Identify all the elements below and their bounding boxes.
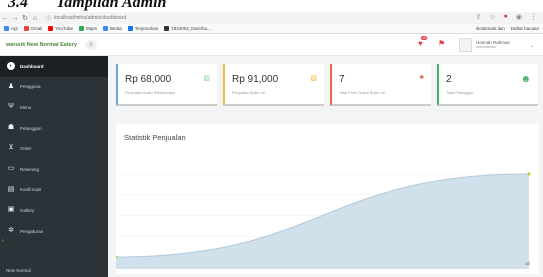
news-icon: [102, 26, 108, 31]
gmail-icon: [23, 26, 29, 31]
sidebar-item-pengaturan[interactable]: ✲ Pengaturan: [0, 221, 108, 242]
star-icon[interactable]: ☆: [489, 13, 495, 21]
bookmark-maps[interactable]: Maps: [78, 26, 97, 31]
share-icon[interactable]: ⇪: [476, 13, 482, 21]
main-content: Rp 68,000 Penjualan Bulan Sebelumnya ▨ R…: [108, 56, 543, 277]
sidebar-marker-icon: ›: [2, 238, 4, 244]
stat-label: Total Pelanggan: [446, 91, 474, 95]
youtube-icon: [48, 26, 54, 31]
user-info[interactable]: Hannah Rahman Administrator: [476, 40, 510, 50]
sidebar-item-order[interactable]: ⊻ Order: [0, 138, 108, 159]
chart-area-icon: ▨: [203, 75, 210, 82]
chevron-down-icon[interactable]: ⌄: [530, 43, 534, 49]
cart-icon: ⊻: [8, 144, 14, 152]
sidebar-item-gallery[interactable]: ▣ Gallery: [0, 200, 108, 221]
money-icon: ▤: [7, 185, 15, 193]
caption-number: 3.4: [8, 0, 28, 11]
stat-value: Rp 91,000: [232, 74, 279, 85]
x-tick-label: 10: [525, 261, 531, 266]
sidebar-item-konfirmasi[interactable]: ▤ Konfirmasi: [0, 180, 108, 201]
bookmark-darinha[interactable]: 1834004_Darinha…: [164, 26, 212, 31]
image-icon: ▣: [7, 206, 15, 214]
hamburger-menu-icon[interactable]: ≡: [84, 39, 97, 50]
stat-card-last-month: Rp 68,000 Penjualan Bulan Sebelumnya ▨: [116, 64, 217, 106]
reload-icon[interactable]: ↻: [20, 14, 30, 22]
stat-label: Penjualan Bulan Ini: [232, 91, 265, 95]
caption-title: Tampilan Admin: [56, 0, 167, 11]
stat-card-portions: 7 Total Porsi Terjual Bulan Ini ♣: [330, 64, 431, 106]
notification-icon[interactable]: ♥ 10: [418, 36, 428, 49]
bookmark-terjemahan[interactable]: Terjemahan: [127, 26, 158, 31]
stat-label: Penjualan Bulan Sebelumnya: [125, 91, 175, 95]
series-area: [116, 174, 529, 269]
dashboard-icon: ◐: [7, 62, 15, 70]
stat-card-this-month: Rp 91,000 Penjualan Bulan Ini ▨: [223, 64, 324, 106]
kebab-menu-icon[interactable]: ⋮: [530, 13, 537, 21]
user-icon: ♟: [7, 82, 15, 90]
sidebar-footer: New Normal: [6, 268, 31, 273]
bookmarks-bar: Apl Gmail YouTube Maps Berita Terjemahan…: [0, 24, 543, 34]
card-icon: ▭: [7, 164, 15, 172]
sidebar-item-menu[interactable]: Ψ Menu: [0, 97, 108, 118]
reading-list[interactable]: Daftar bacaan: [511, 26, 539, 31]
gear-icon: ✲: [8, 226, 14, 234]
sidebar-item-pengguna[interactable]: ♟ Pengguna: [0, 77, 108, 98]
home-icon[interactable]: ⌂: [30, 15, 40, 22]
bookmark-youtube[interactable]: YouTube: [48, 26, 73, 31]
figure-caption: 3.4 Tampilan Admin: [0, 0, 543, 12]
apps-icon: [4, 26, 9, 31]
profile-icon[interactable]: ◉: [516, 13, 522, 21]
sidebar-item-pelanggan[interactable]: ☗ Pelanggan: [0, 118, 108, 139]
extension-icon[interactable]: ●: [504, 13, 508, 21]
app-header: warunk New Normal Eatery ≡ ♥ 10 ⚑ Hannah …: [0, 34, 543, 56]
sidebar: ◐ Dashboard ♟ Pengguna Ψ Menu ☗ Pelanggan ⊻ O…: [0, 56, 108, 277]
url-text: localhost/mitra/admin/dashboard: [54, 15, 127, 21]
stat-value: 7: [339, 74, 345, 85]
stat-label: Total Porsi Terjual Bulan Ini: [339, 91, 385, 95]
forward-icon[interactable]: →: [10, 15, 20, 22]
address-bar[interactable]: ⓘ localhost/mitra/admin/dashboard: [46, 15, 126, 22]
sales-chart-panel: Statistik Penjualan 10: [116, 124, 539, 274]
translate-icon: [127, 26, 133, 31]
back-icon[interactable]: ←: [0, 15, 10, 22]
stat-value: Rp 68,000: [125, 74, 172, 85]
stat-card-customers: 2 Total Pelanggan ☻: [437, 64, 538, 106]
fork-knife-icon: Ψ: [8, 103, 14, 111]
bookmark-other[interactable]: Bookmark lain: [476, 26, 505, 31]
info-icon: ⓘ: [46, 15, 52, 22]
browser-toolbar: ← → ↻ ⌂ ⓘ localhost/mitra/admin/dashboar…: [0, 12, 543, 24]
data-point: [527, 172, 531, 176]
maps-icon: [78, 26, 84, 31]
user-role: Administrator: [476, 45, 497, 49]
chart-line-icon: ▨: [310, 75, 317, 82]
bookmark-gmail[interactable]: Gmail: [23, 26, 42, 31]
stat-value: 2: [446, 74, 452, 85]
github-icon: [164, 26, 170, 31]
brand-title[interactable]: warunk New Normal Eatery: [6, 42, 77, 48]
sales-chart: 10: [116, 172, 531, 269]
avatar[interactable]: [459, 38, 472, 52]
bookmark-apps[interactable]: Apl: [4, 26, 18, 31]
notification-badge: 10: [421, 36, 427, 40]
order-pin-icon[interactable]: ⚑: [438, 39, 448, 49]
users-group-icon: ☻: [520, 74, 531, 85]
users-icon: ☗: [7, 123, 15, 131]
bicycle-icon: ♣: [419, 74, 424, 81]
sidebar-item-dashboard[interactable]: ◐ Dashboard: [0, 56, 108, 77]
bookmark-berita[interactable]: Berita: [102, 26, 122, 31]
sidebar-item-rekening[interactable]: ▭ Rekening: [0, 159, 108, 180]
